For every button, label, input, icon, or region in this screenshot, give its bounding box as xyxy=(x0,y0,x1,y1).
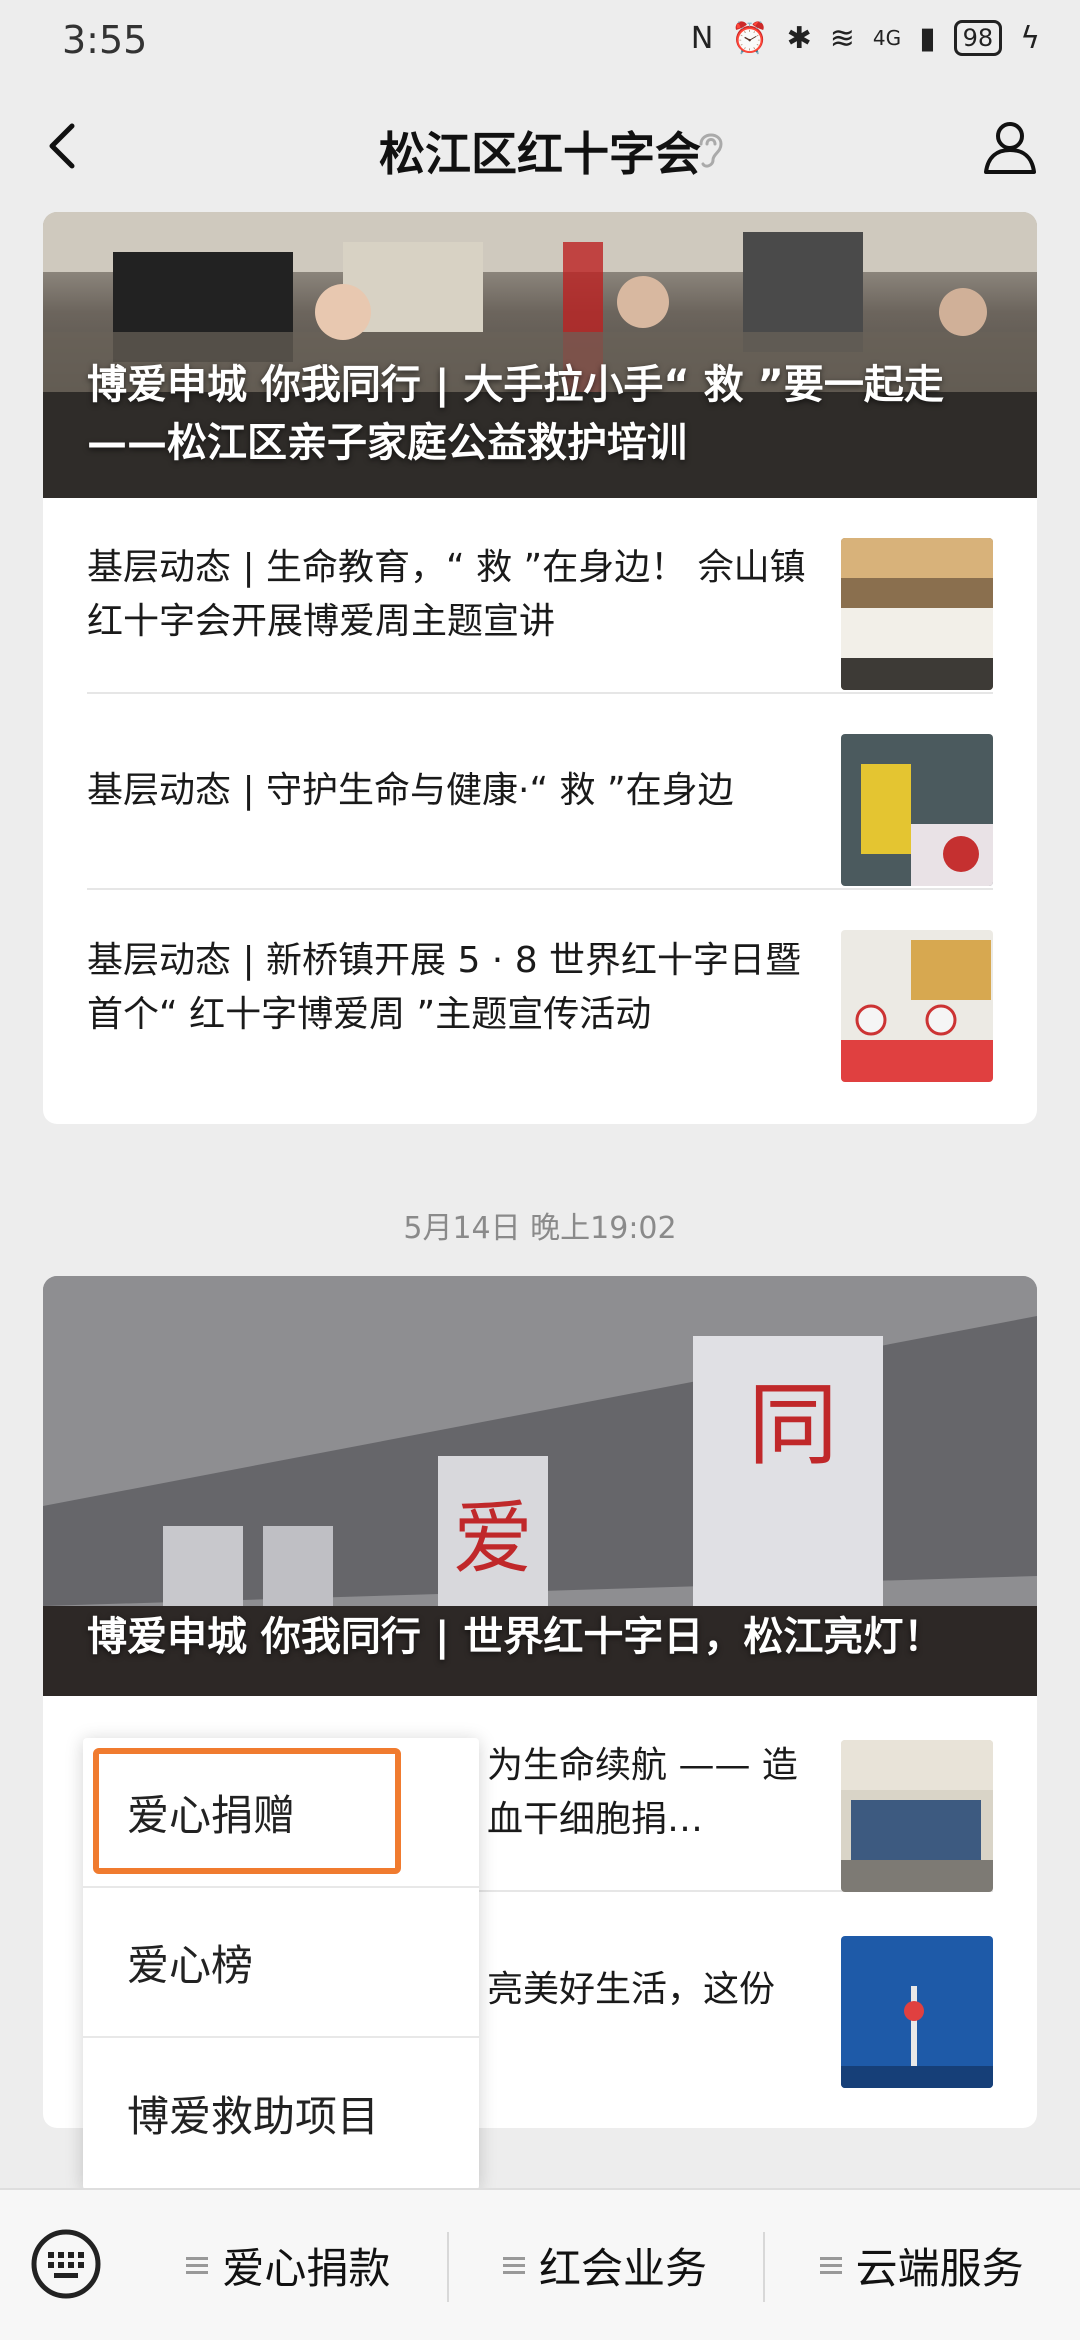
menu-red-cross-services[interactable]: 红会业务 xyxy=(446,2190,764,2340)
list-item[interactable]: 基层动态 | 新桥镇开展 5 · 8 世界红十字日暨首个“ 红十字博爱周 ”主题… xyxy=(87,890,993,1086)
hero-image[interactable]: 同 爱 博爱申城 你我同行 | 世界红十字日，松江亮灯！ xyxy=(43,1276,1037,1696)
thumbnail-image xyxy=(841,1936,993,2088)
signal-icon: ▮ xyxy=(919,20,936,56)
menu-icon xyxy=(503,2257,525,2274)
page-title: 松江区红十字会 xyxy=(379,127,701,181)
thumbnail-image xyxy=(841,930,993,1082)
selection-highlight xyxy=(93,1748,401,1874)
hero-image[interactable]: 博爱申城 你我同行 | 大手拉小手“ 救 ”要一起走——松江区亲子家庭公益救护培… xyxy=(43,212,1037,498)
ear-icon[interactable] xyxy=(693,126,729,172)
status-icons: N ⏰ ✱ ≋ 4G ▮ 98 ϟ xyxy=(691,20,1040,56)
battery-indicator: 98 xyxy=(953,20,1003,56)
alarm-icon: ⏰ xyxy=(731,20,769,56)
article-card[interactable]: 博爱申城 你我同行 | 大手拉小手“ 救 ”要一起走——松江区亲子家庭公益救护培… xyxy=(43,212,1037,1124)
menu-item-donate[interactable]: 爱心捐赠 xyxy=(83,1738,479,1888)
popup-menu: 爱心捐赠 爱心榜 博爱救助项目 xyxy=(83,1738,479,2190)
bluetooth-icon: ✱ xyxy=(786,20,812,56)
hero-title: 博爱申城 你我同行 | 世界红十字日，松江亮灯！ xyxy=(87,1614,944,1660)
menu-icon xyxy=(186,2257,209,2274)
list-item-title: 基层动态 | 新桥镇开展 5 · 8 世界红十字日暨首个“ 红十字博爱周 ”主题… xyxy=(87,940,802,1035)
wifi-icon: ≋ xyxy=(829,20,855,56)
menu-donation[interactable]: 爱心捐款 xyxy=(130,2190,447,2340)
thumbnail-image xyxy=(841,538,993,690)
list-item[interactable]: 基层动态 | 守护生命与健康·“ 救 ”在身边 xyxy=(87,694,993,890)
charging-icon: ϟ xyxy=(1020,20,1040,56)
bottom-menu-bar: 爱心捐款 红会业务 云端服务 xyxy=(0,2188,1080,2340)
list-item-title: 基层动态 | 守护生命与健康·“ 救 ”在身边 xyxy=(87,770,734,811)
thumbnail-image xyxy=(841,1740,993,1892)
menu-icon xyxy=(819,2257,842,2274)
nav-bar: 松江区红十字会 xyxy=(0,80,1080,212)
svg-text:爱: 爱 xyxy=(453,1492,533,1585)
timestamp: 5月14日 晚上19:02 xyxy=(403,1211,677,1246)
status-time: 3:55 xyxy=(62,18,148,62)
status-bar: 3:55 N ⏰ ✱ ≋ 4G ▮ 98 ϟ xyxy=(0,0,1080,80)
user-icon[interactable] xyxy=(980,116,1040,176)
menu-cloud-services[interactable]: 云端服务 xyxy=(763,2190,1080,2340)
menu-item-relief-projects[interactable]: 博爱救助项目 xyxy=(83,2038,479,2188)
network-type: 4G xyxy=(872,26,902,50)
hero-title: 博爱申城 你我同行 | 大手拉小手“ 救 ”要一起走——松江区亲子家庭公益救护培… xyxy=(87,362,944,466)
svg-text:同: 同 xyxy=(748,1373,838,1478)
list-item-title: 基层动态 | 生命教育，“ 救 ”在身边！ 佘山镇红十字会开展博爱周主题宣讲 xyxy=(87,547,806,642)
thumbnail-image xyxy=(841,734,993,886)
keyboard-icon[interactable] xyxy=(30,2228,102,2300)
menu-item-charity-list[interactable]: 爱心榜 xyxy=(83,1888,479,2038)
nfc-icon: N xyxy=(690,20,714,56)
list-item[interactable]: 基层动态 | 生命教育，“ 救 ”在身边！ 佘山镇红十字会开展博爱周主题宣讲 xyxy=(87,498,993,694)
